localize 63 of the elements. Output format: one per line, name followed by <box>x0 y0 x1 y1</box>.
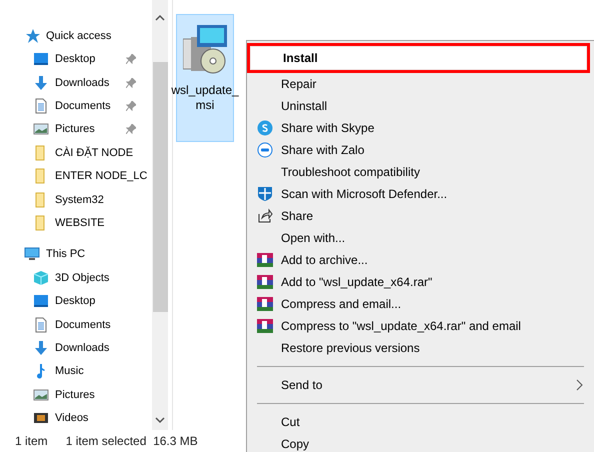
menu-item[interactable]: Cut <box>249 411 592 433</box>
nav-item[interactable]: Documents <box>55 318 111 331</box>
document-icon <box>33 316 49 333</box>
nav-item[interactable]: Music <box>55 365 84 378</box>
nav-heading[interactable]: Quick access <box>46 30 112 42</box>
books-icon <box>257 274 273 290</box>
nav-item[interactable]: CÀI ĐẶT NODE <box>55 146 134 159</box>
cube-icon <box>33 270 49 286</box>
scroll-down-icon[interactable] <box>155 416 165 424</box>
nav-item[interactable]: Videos <box>55 412 88 424</box>
nav-item[interactable]: ENTER NODE_LC <box>55 170 148 182</box>
menu-item[interactable]: Scan with Microsoft Defender... <box>249 183 592 205</box>
menu-item[interactable]: Restore previous versions <box>249 337 592 359</box>
pin-icon[interactable] <box>126 78 136 88</box>
nav-item[interactable]: Documents <box>55 100 111 112</box>
menu-item[interactable]: Repair <box>249 73 592 95</box>
nav-item[interactable]: 3D Objects <box>55 272 110 284</box>
skype-icon <box>257 120 273 136</box>
nav-item[interactable]: Downloads <box>55 342 110 354</box>
menu-item[interactable]: Install <box>251 47 586 69</box>
shield-icon <box>257 186 273 202</box>
scroll-up-icon[interactable] <box>155 14 165 22</box>
share-icon <box>257 208 273 224</box>
item-count: 1 item <box>15 434 48 448</box>
menu-item[interactable]: Copy <box>249 433 592 452</box>
star-icon <box>24 28 40 44</box>
monitor-icon <box>33 293 49 310</box>
menu-item[interactable]: Share with Zalo <box>249 139 592 161</box>
picture-icon <box>33 121 49 138</box>
pin-icon[interactable] <box>126 54 136 64</box>
chevron-right-icon <box>576 379 584 391</box>
books-icon <box>257 318 273 334</box>
nav-item[interactable]: System32 <box>55 194 104 206</box>
menu-item[interactable]: Share with Skype <box>249 117 592 139</box>
nav-item[interactable]: Desktop <box>55 295 96 308</box>
menu-item[interactable]: Add to archive... <box>249 249 592 271</box>
down-arrow-icon <box>33 340 49 356</box>
document-icon <box>33 98 49 114</box>
nav-item[interactable]: WEBSITE <box>55 217 105 230</box>
nav-heading[interactable]: This PC <box>46 248 86 260</box>
menu-item[interactable]: Compress and email... <box>249 293 592 315</box>
menu-item[interactable]: Troubleshoot compatibility <box>249 161 592 183</box>
computer-icon <box>24 246 40 262</box>
nav-item[interactable]: Desktop <box>55 53 96 66</box>
nav-item[interactable]: Pictures <box>55 388 95 401</box>
menu-item[interactable]: Uninstall <box>249 95 592 117</box>
menu-item[interactable]: Share <box>249 205 592 227</box>
file-name: wsl_update_ msi <box>171 83 239 113</box>
monitor-icon <box>33 51 49 68</box>
books-icon <box>257 252 273 268</box>
menu-item[interactable]: Send to <box>249 374 592 396</box>
menu-item[interactable]: Open with... <box>249 227 592 249</box>
selection-info: 1 item selected 16.3 MB <box>66 434 198 448</box>
nav-item[interactable]: Downloads <box>55 76 110 89</box>
pin-icon[interactable] <box>126 124 136 134</box>
scrollbar-thumb[interactable] <box>152 62 168 312</box>
menu-item[interactable]: Add to "wsl_update_x64.rar" <box>249 271 592 293</box>
menu-item[interactable]: Compress to "wsl_update_x64.rar" and email <box>249 315 592 337</box>
pin-icon[interactable] <box>126 100 136 111</box>
down-arrow-icon <box>33 74 49 91</box>
nav-item[interactable]: Pictures <box>55 123 95 136</box>
picture-icon <box>33 386 49 403</box>
books-icon <box>257 296 273 312</box>
